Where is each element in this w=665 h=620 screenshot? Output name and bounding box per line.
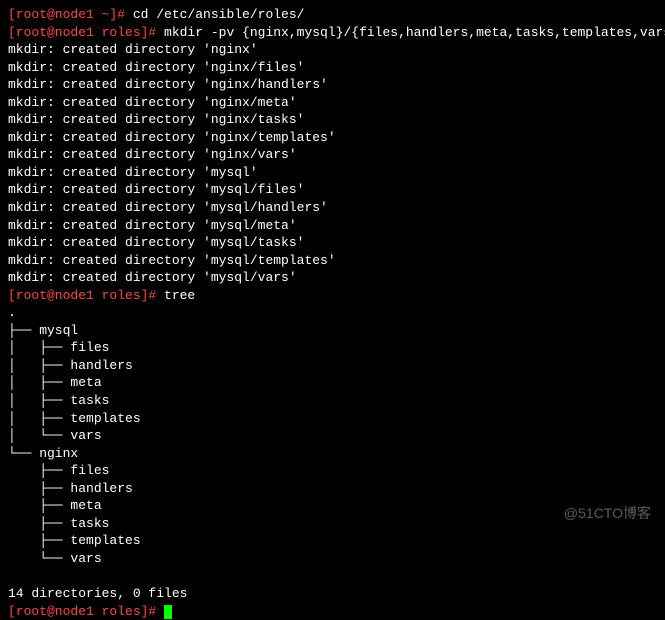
tree-output-line: ├── mysql (8, 322, 657, 340)
prompt-line-3: [root@node1 roles]# tree (8, 287, 657, 305)
blank-line (8, 568, 657, 586)
command-text: mkdir -pv {nginx,mysql}/{files,handlers,… (164, 25, 665, 40)
command-text: tree (164, 288, 195, 303)
mkdir-output-line: mkdir: created directory 'nginx/meta' (8, 94, 657, 112)
prompt-user: [root@node1 ~]# (8, 7, 133, 22)
command-text: cd /etc/ansible/roles/ (133, 7, 305, 22)
mkdir-output-line: mkdir: created directory 'mysql' (8, 164, 657, 182)
tree-output-line: │ ├── meta (8, 374, 657, 392)
mkdir-output-line: mkdir: created directory 'nginx/template… (8, 129, 657, 147)
mkdir-output-line: mkdir: created directory 'nginx' (8, 41, 657, 59)
mkdir-output-line: mkdir: created directory 'mysql/files' (8, 181, 657, 199)
mkdir-output-line: mkdir: created directory 'mysql/meta' (8, 217, 657, 235)
tree-output-line: ├── tasks (8, 515, 657, 533)
prompt-user: [root@node1 roles]# (8, 288, 164, 303)
tree-output-line: ├── files (8, 462, 657, 480)
mkdir-output-line: mkdir: created directory 'nginx/files' (8, 59, 657, 77)
tree-output-line: ├── templates (8, 532, 657, 550)
tree-output-line: │ ├── tasks (8, 392, 657, 410)
prompt-user: [root@node1 roles]# (8, 25, 164, 40)
prompt-user: [root@node1 roles]# (8, 604, 164, 619)
tree-output-line: └── nginx (8, 445, 657, 463)
tree-output-line: ├── meta (8, 497, 657, 515)
prompt-line-4: [root@node1 roles]# (8, 603, 657, 620)
tree-output-line: │ ├── handlers (8, 357, 657, 375)
watermark-text: @51CTO博客 (564, 504, 651, 523)
tree-output-line: │ ├── templates (8, 410, 657, 428)
tree-output-line: └── vars (8, 550, 657, 568)
tree-output-block: .├── mysql│ ├── files│ ├── handlers│ ├──… (8, 304, 657, 567)
mkdir-output-line: mkdir: created directory 'nginx/handlers… (8, 76, 657, 94)
cursor-icon (164, 605, 172, 619)
terminal-output[interactable]: [root@node1 ~]# cd /etc/ansible/roles/ [… (8, 6, 657, 620)
mkdir-output-line: mkdir: created directory 'mysql/template… (8, 252, 657, 270)
mkdir-output-line: mkdir: created directory 'nginx/vars' (8, 146, 657, 164)
mkdir-output-line: mkdir: created directory 'mysql/tasks' (8, 234, 657, 252)
mkdir-output-line: mkdir: created directory 'mysql/handlers… (8, 199, 657, 217)
prompt-line-2: [root@node1 roles]# mkdir -pv {nginx,mys… (8, 24, 657, 42)
tree-output-line: │ ├── files (8, 339, 657, 357)
tree-summary-line: 14 directories, 0 files (8, 585, 657, 603)
prompt-line-1: [root@node1 ~]# cd /etc/ansible/roles/ (8, 6, 657, 24)
mkdir-output-block: mkdir: created directory 'nginx'mkdir: c… (8, 41, 657, 287)
tree-output-line: . (8, 304, 657, 322)
mkdir-output-line: mkdir: created directory 'nginx/tasks' (8, 111, 657, 129)
tree-output-line: │ └── vars (8, 427, 657, 445)
mkdir-output-line: mkdir: created directory 'mysql/vars' (8, 269, 657, 287)
tree-output-line: ├── handlers (8, 480, 657, 498)
